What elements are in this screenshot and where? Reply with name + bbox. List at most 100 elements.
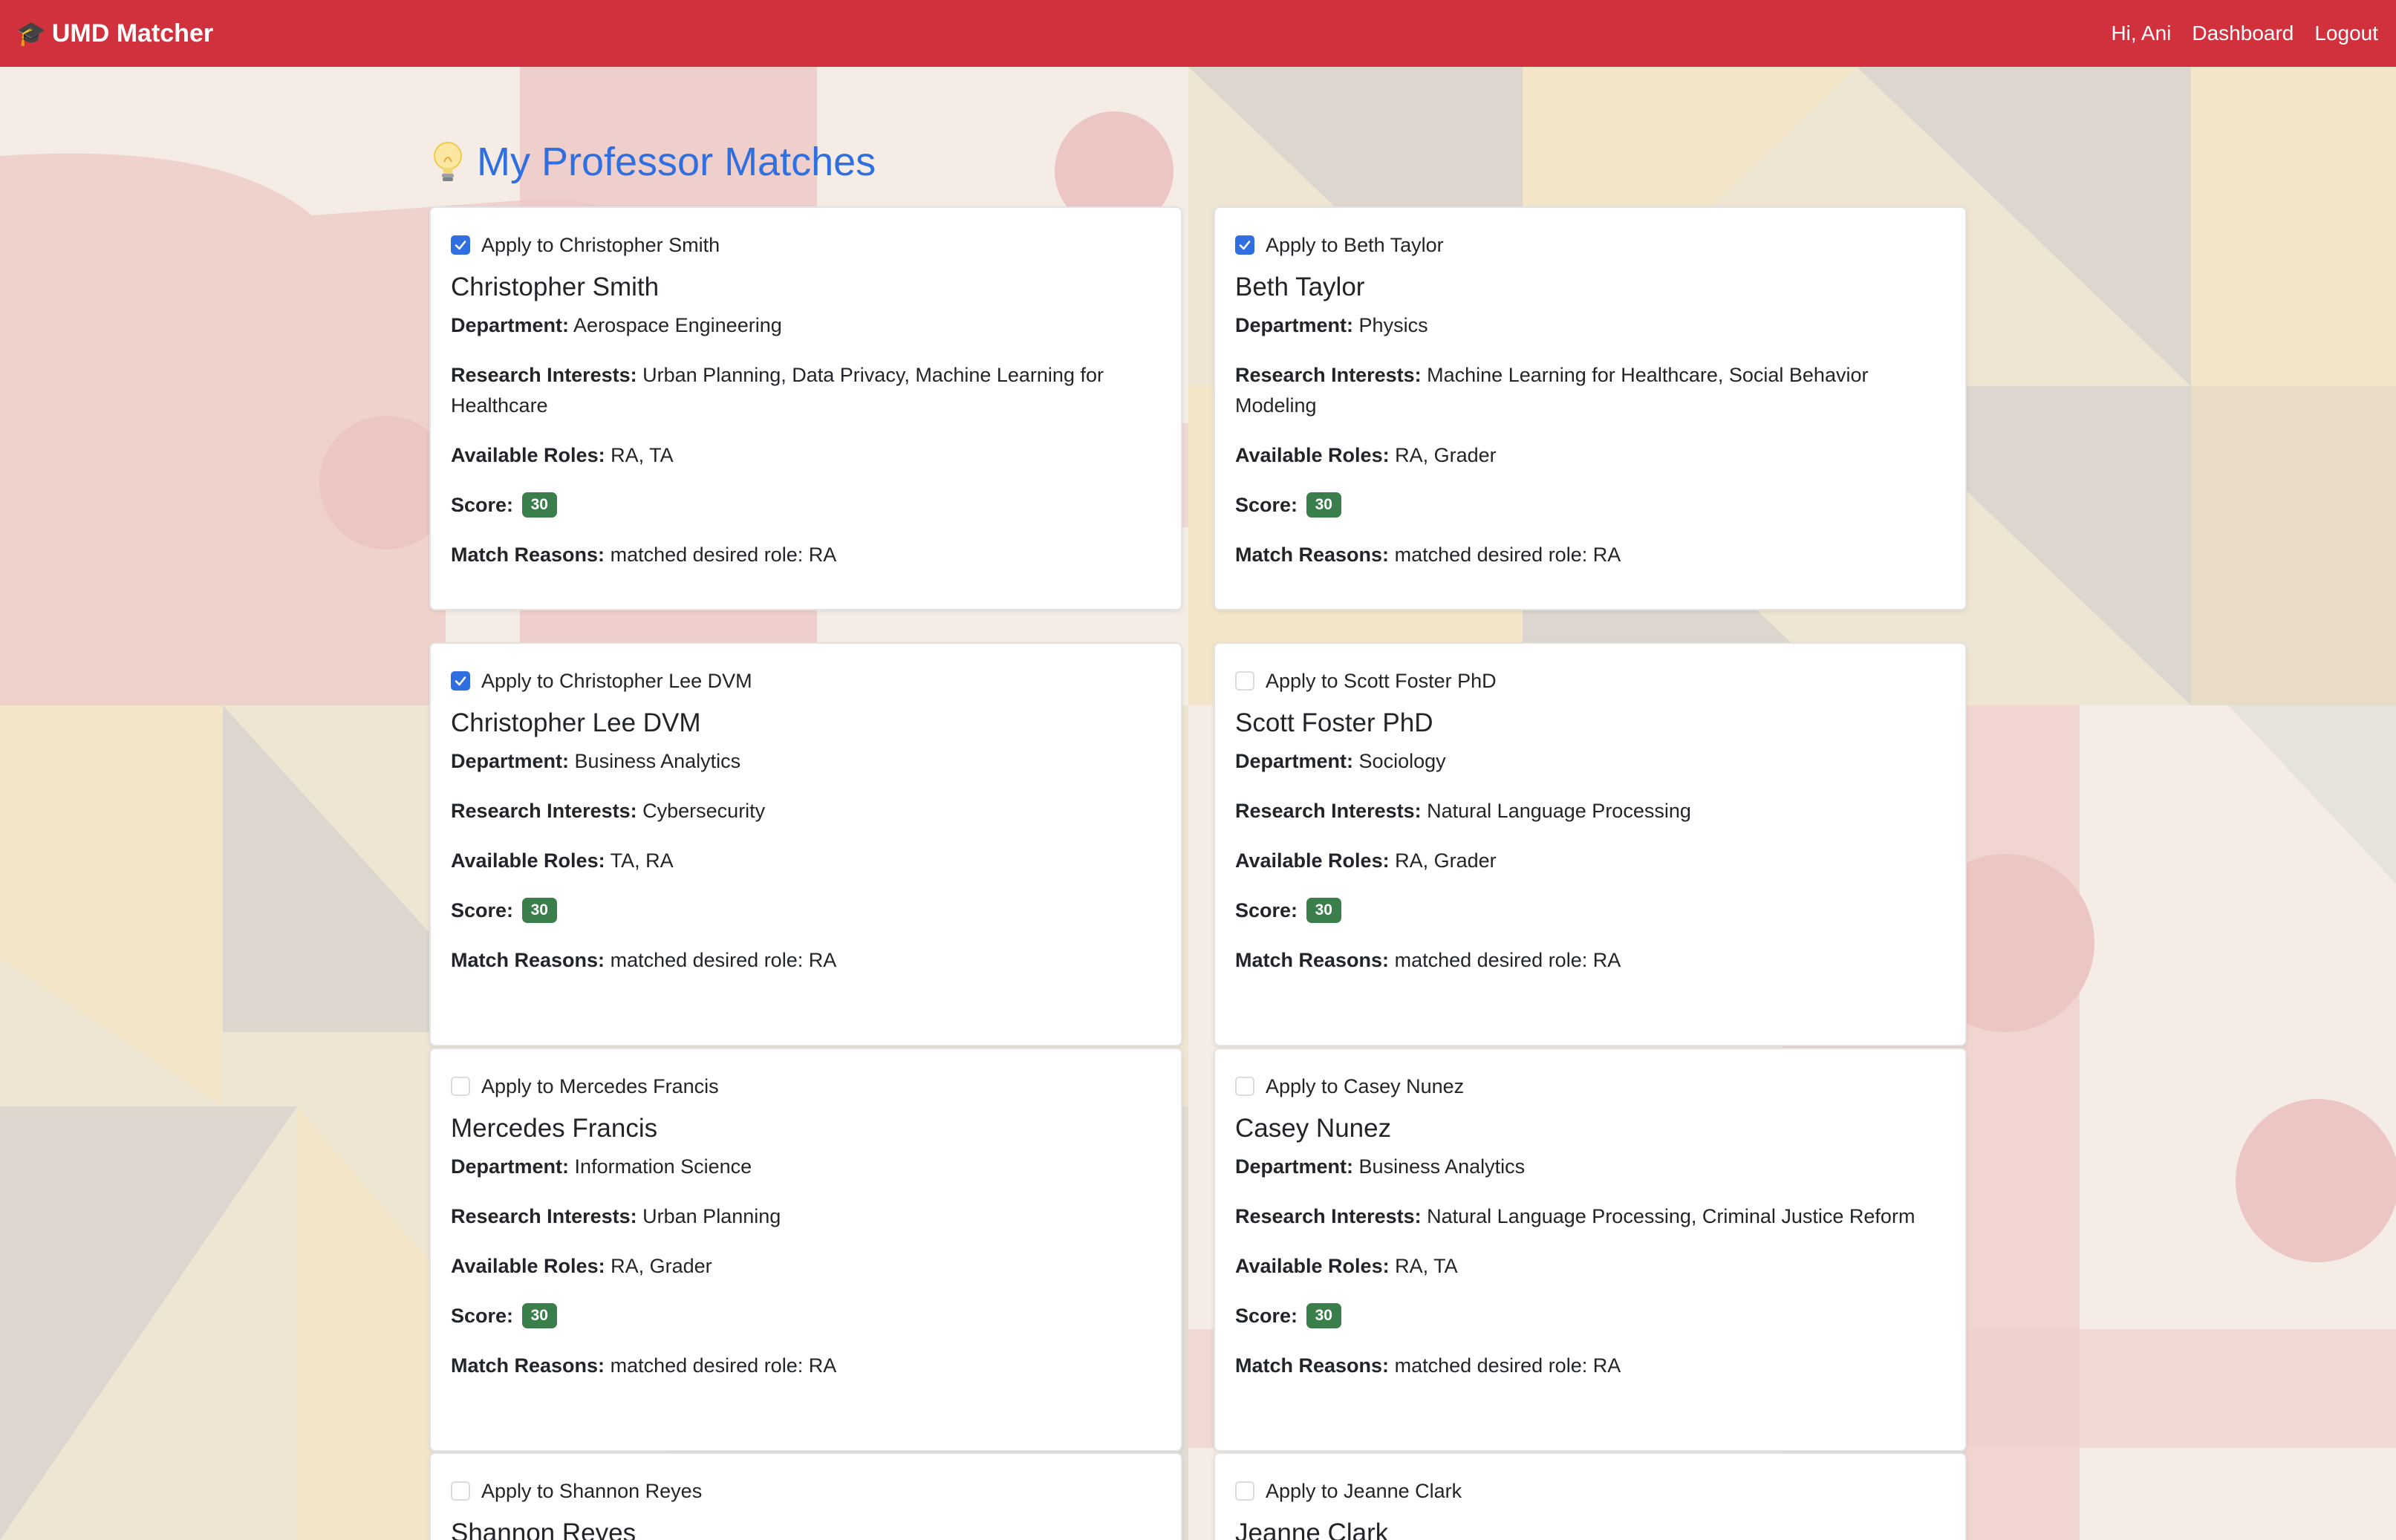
department-value: Business Analytics [574, 750, 741, 772]
department-field: Department: Business Analytics [1235, 1152, 1945, 1182]
apply-checkbox-label: Apply to Christopher Lee DVM [481, 669, 752, 692]
department-label: Department: [1235, 750, 1354, 772]
score-field: Score: 30 [451, 895, 1161, 926]
score-badge: 30 [1306, 1302, 1341, 1328]
available-roles-label: Available Roles: [1235, 849, 1390, 872]
apply-checkbox[interactable] [451, 235, 470, 255]
user-greeting: Hi, Ani [2111, 22, 2172, 45]
available-roles-field: Available Roles: RA, Grader [451, 1251, 1161, 1282]
match-reasons-value: matched desired role: RA [610, 1354, 837, 1377]
match-card: Apply to Christopher Smith Christopher Sm… [429, 206, 1182, 610]
match-reasons-label: Match Reasons: [451, 1354, 605, 1377]
apply-checkbox[interactable] [451, 671, 470, 691]
department-field: Department: Business Analytics [451, 746, 1161, 777]
score-field: Score: 30 [1235, 1301, 1945, 1331]
match-reasons-value: matched desired role: RA [610, 949, 837, 971]
available-roles-label: Available Roles: [1235, 1255, 1390, 1277]
apply-checkbox[interactable] [451, 1077, 470, 1096]
page-title: My Professor Matches [429, 132, 876, 192]
research-interests-value: Natural Language Processing [1427, 800, 1691, 822]
professor-name: Jeanne Clark [1235, 1518, 1389, 1540]
match-card: Apply to Shannon Reyes Shannon Reyes [429, 1452, 1182, 1540]
match-reasons-field: Match Reasons: matched desired role: RA [1235, 945, 1945, 976]
match-reasons-value: matched desired role: RA [1394, 544, 1621, 566]
apply-checkbox-row[interactable]: Apply to Jeanne Clark [1235, 1476, 1945, 1506]
score-badge: 30 [1306, 897, 1341, 923]
match-reasons-label: Match Reasons: [1235, 1354, 1390, 1377]
logout-link[interactable]: Logout [2314, 22, 2378, 45]
match-reasons-field: Match Reasons: matched desired role: RA [451, 540, 1161, 570]
apply-checkbox-row[interactable]: Apply to Casey Nunez [1235, 1071, 1945, 1101]
department-label: Department: [1235, 1155, 1354, 1178]
research-interests-value: Urban Planning [642, 1205, 781, 1227]
research-interests-value: Natural Language Processing, Criminal Ju… [1427, 1205, 1915, 1227]
apply-checkbox-row[interactable]: Apply to Beth Taylor [1235, 230, 1945, 260]
research-interests-field: Research Interests: Machine Learning for… [1235, 360, 1945, 421]
match-card: Apply to Beth Taylor Beth Taylor Departmen… [1214, 206, 1967, 610]
match-reasons-field: Match Reasons: matched desired role: RA [451, 1351, 1161, 1381]
score-field: Score: 30 [1235, 490, 1945, 521]
score-field: Score: 30 [451, 490, 1161, 521]
available-roles-field: Available Roles: RA, Grader [1235, 846, 1945, 876]
research-interests-field: Research Interests: Cybersecurity [451, 796, 1161, 826]
score-badge: 30 [1306, 492, 1341, 518]
department-value: Physics [1358, 314, 1428, 336]
graduation-cap-icon: 🎓 [16, 20, 46, 47]
score-label: Score: [451, 899, 514, 921]
match-reasons-field: Match Reasons: matched desired role: RA [451, 945, 1161, 976]
score-label: Score: [451, 1305, 514, 1327]
department-value: Information Science [574, 1155, 752, 1178]
available-roles-field: Available Roles: TA, RA [451, 846, 1161, 876]
research-interests-field: Research Interests: Urban Planning [451, 1201, 1161, 1232]
match-reasons-value: matched desired role: RA [1394, 949, 1621, 971]
apply-checkbox[interactable] [1235, 1077, 1254, 1096]
department-value: Business Analytics [1358, 1155, 1526, 1178]
research-interests-label: Research Interests: [1235, 364, 1422, 386]
score-badge: 30 [521, 1302, 557, 1328]
department-field: Department: Sociology [1235, 746, 1945, 777]
available-roles-value: TA, RA [610, 849, 674, 872]
dashboard-link[interactable]: Dashboard [2192, 22, 2294, 45]
research-interests-label: Research Interests: [1235, 800, 1422, 822]
match-card: Apply to Mercedes Francis Mercedes Franci… [429, 1048, 1182, 1452]
apply-checkbox-label: Apply to Scott Foster PhD [1266, 669, 1497, 692]
apply-checkbox-row[interactable]: Apply to Mercedes Francis [451, 1071, 1161, 1101]
score-label: Score: [1235, 899, 1298, 921]
available-roles-field: Available Roles: RA, Grader [1235, 440, 1945, 471]
score-label: Score: [451, 494, 514, 516]
research-interests-value: Cybersecurity [642, 800, 766, 822]
nav-links: Hi, Ani Dashboard Logout [2111, 22, 2378, 45]
apply-checkbox[interactable] [1235, 235, 1254, 255]
department-label: Department: [451, 750, 570, 772]
apply-checkbox-row[interactable]: Apply to Christopher Smith [451, 230, 1161, 260]
match-card: Apply to Casey Nunez Casey Nunez Departmen… [1214, 1048, 1967, 1452]
apply-checkbox-row[interactable]: Apply to Scott Foster PhD [1235, 666, 1945, 696]
apply-checkbox-row[interactable]: Apply to Shannon Reyes [451, 1476, 1161, 1506]
available-roles-field: Available Roles: RA, TA [1235, 1251, 1945, 1282]
professor-name: Mercedes Francis [451, 1114, 658, 1143]
match-reasons-label: Match Reasons: [1235, 544, 1390, 566]
available-roles-value: RA, TA [1395, 1255, 1458, 1277]
apply-checkbox[interactable] [1235, 1481, 1254, 1501]
page-title-text: My Professor Matches [477, 140, 876, 184]
apply-checkbox-row[interactable]: Apply to Christopher Lee DVM [451, 666, 1161, 696]
research-interests-field: Research Interests: Natural Language Pro… [1235, 796, 1945, 826]
professor-name: Scott Foster PhD [1235, 708, 1433, 737]
score-badge: 30 [521, 897, 557, 923]
department-field: Department: Information Science [451, 1152, 1161, 1182]
research-interests-field: Research Interests: Natural Language Pro… [1235, 1201, 1945, 1232]
research-interests-label: Research Interests: [1235, 1205, 1422, 1227]
research-interests-label: Research Interests: [451, 1205, 637, 1227]
brand-link[interactable]: 🎓 UMD Matcher [16, 19, 213, 48]
score-field: Score: 30 [451, 1301, 1161, 1331]
match-reasons-value: matched desired role: RA [1394, 1354, 1621, 1377]
apply-checkbox[interactable] [451, 1481, 470, 1501]
apply-checkbox[interactable] [1235, 671, 1254, 691]
match-card: Apply to Jeanne Clark Jeanne Clark [1214, 1452, 1967, 1540]
score-label: Score: [1235, 494, 1298, 516]
score-badge: 30 [521, 492, 557, 518]
available-roles-value: RA, Grader [1395, 444, 1497, 466]
research-interests-field: Research Interests: Urban Planning, Data… [451, 360, 1161, 421]
department-label: Department: [451, 314, 570, 336]
apply-checkbox-label: Apply to Mercedes Francis [481, 1074, 719, 1097]
